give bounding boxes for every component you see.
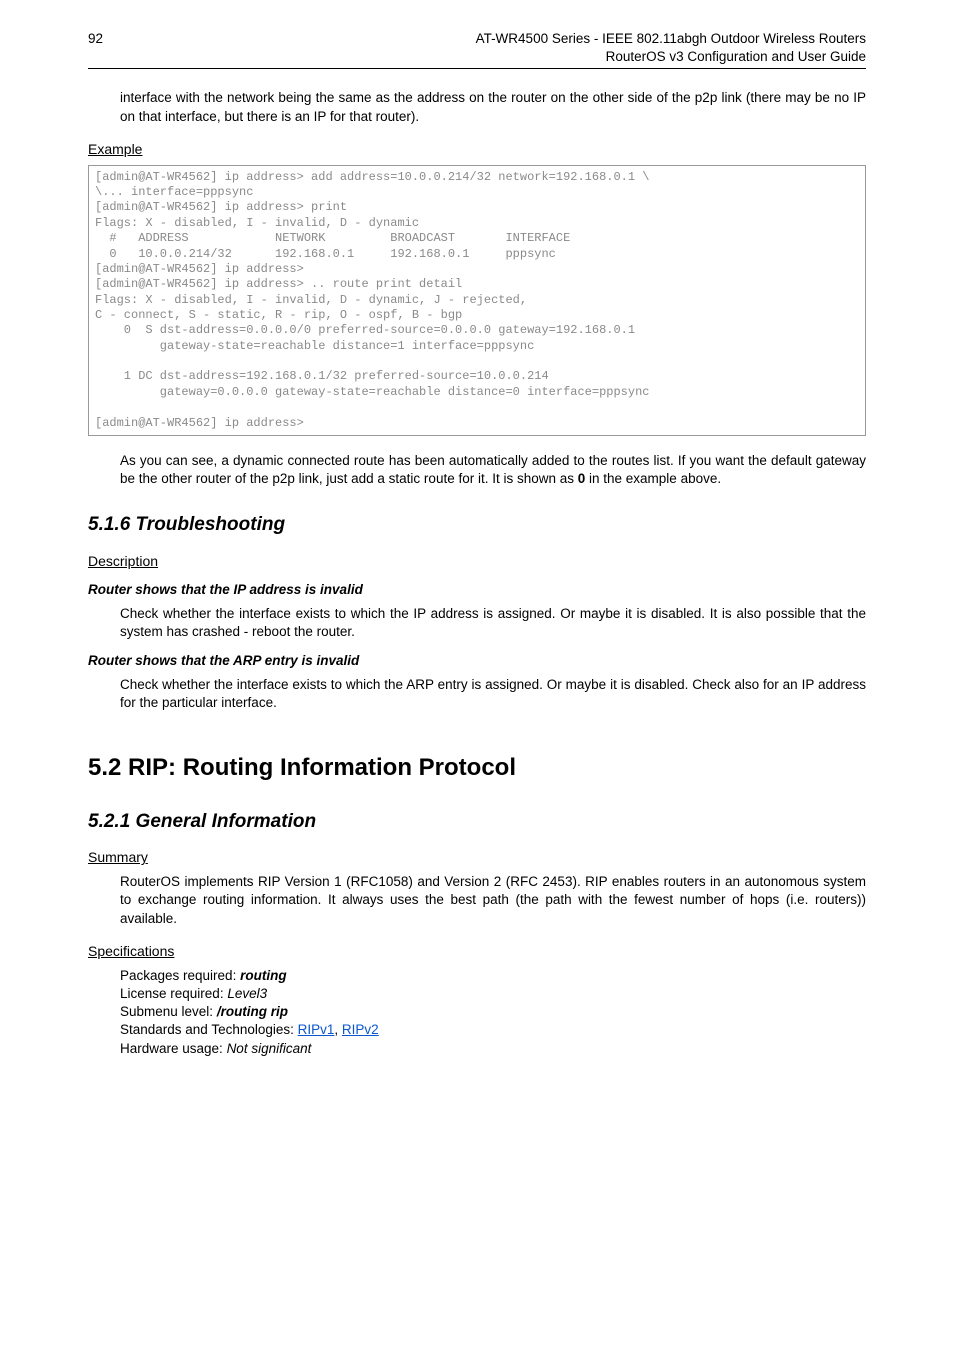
code-block: [admin@AT-WR4562] ip address> add addres… — [88, 165, 866, 436]
intro-paragraph: interface with the network being the sam… — [120, 89, 866, 125]
section-5-2-heading: 5.2 RIP: Routing Information Protocol — [88, 752, 866, 784]
example-heading: Example — [88, 140, 866, 159]
page-header: 92 AT-WR4500 Series - IEEE 802.11abgh Ou… — [88, 30, 866, 69]
ripv1-link[interactable]: RIPv1 — [298, 1022, 335, 1037]
specifications-block: Packages required: routing License requi… — [120, 967, 866, 1058]
ip-invalid-heading: Router shows that the IP address is inva… — [88, 581, 866, 599]
section-5-1-6-heading: 5.1.6 Troubleshooting — [88, 512, 866, 538]
specifications-heading: Specifications — [88, 942, 866, 961]
summary-heading: Summary — [88, 848, 866, 867]
document-title: AT-WR4500 Series - IEEE 802.11abgh Outdo… — [476, 30, 866, 66]
section-5-2-1-heading: 5.2.1 General Information — [88, 809, 866, 835]
arp-invalid-heading: Router shows that the ARP entry is inval… — [88, 652, 866, 670]
ripv2-link[interactable]: RIPv2 — [342, 1022, 379, 1037]
page-number: 92 — [88, 30, 103, 48]
description-heading: Description — [88, 552, 866, 571]
after-code-paragraph: As you can see, a dynamic connected rout… — [120, 452, 866, 488]
ip-invalid-body: Check whether the interface exists to wh… — [120, 605, 866, 641]
arp-invalid-body: Check whether the interface exists to wh… — [120, 676, 866, 712]
summary-body: RouterOS implements RIP Version 1 (RFC10… — [120, 873, 866, 928]
